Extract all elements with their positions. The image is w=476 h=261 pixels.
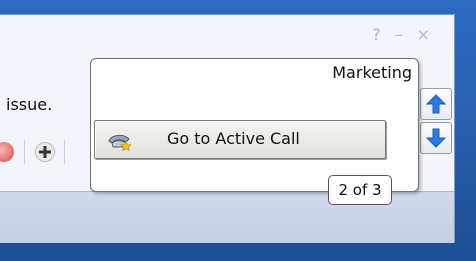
window-controls: ? – ×: [368, 25, 440, 44]
phone-star-icon: [108, 134, 132, 151]
go-to-active-call-button[interactable]: Go to Active Call: [94, 120, 386, 159]
call-pager: 2 of 3: [328, 175, 392, 205]
button-label: Go to Active Call: [167, 129, 300, 148]
message-text: issue.: [6, 95, 53, 114]
toolbar-separator: [24, 140, 25, 164]
previous-button[interactable]: [420, 88, 452, 120]
next-button[interactable]: [420, 122, 452, 154]
arrow-up-icon: [425, 94, 447, 114]
delete-icon[interactable]: [0, 142, 14, 162]
call-notification-popup: Marketing Go to Active Call 2 of 3: [90, 58, 419, 205]
arrow-down-icon: [425, 128, 447, 148]
add-icon[interactable]: [35, 142, 55, 162]
close-button[interactable]: ×: [417, 25, 440, 44]
minimize-button[interactable]: –: [395, 25, 413, 44]
popup-title: Marketing: [332, 63, 412, 82]
toolbar-separator: [64, 140, 65, 164]
help-button[interactable]: ?: [372, 25, 391, 44]
